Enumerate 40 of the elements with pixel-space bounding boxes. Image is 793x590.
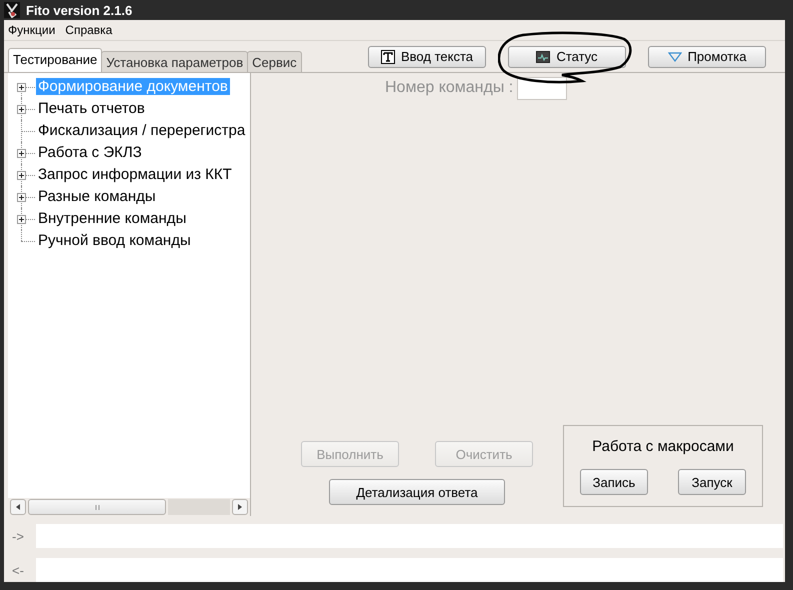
tab[interactable]: Тестирование (8, 48, 102, 72)
tree-item[interactable]: Запрос информации из ККТ (36, 166, 234, 184)
toolbar-button[interactable]: Статус (508, 46, 626, 68)
expand-icon[interactable] (17, 148, 26, 158)
triangle-down-icon (668, 52, 682, 62)
tree-item[interactable]: Разные команды (36, 188, 158, 206)
expand-icon[interactable] (17, 214, 26, 224)
tree-item[interactable]: Внутренние команды (36, 210, 188, 228)
tab[interactable]: Сервис (247, 50, 302, 72)
menu-item[interactable]: Функции (8, 22, 56, 37)
macros-title: Работа с макросами (592, 438, 734, 455)
app-logo-icon (4, 2, 20, 18)
text-icon (381, 50, 395, 64)
tree-item[interactable]: Печать отчетов (36, 100, 147, 118)
tree-item[interactable]: Фискализация / перерегистра (36, 122, 248, 140)
prompt-label: -> (12, 528, 25, 544)
scroll-right-button[interactable] (232, 499, 248, 515)
arrow-left-icon (16, 504, 20, 510)
toolbar-button[interactable]: Промотка (648, 46, 766, 68)
window-title: Fito version 2.1.6 (26, 2, 132, 18)
monitor-icon (536, 50, 550, 63)
detail-button[interactable]: Детализация ответа (329, 479, 505, 505)
expand-icon[interactable] (17, 170, 26, 180)
expand-icon[interactable] (17, 104, 26, 114)
menu-item[interactable]: Справка (65, 22, 112, 37)
expand-icon[interactable] (17, 82, 26, 92)
tab[interactable]: Установка параметров (101, 50, 248, 72)
prompt-label: <- (12, 562, 25, 578)
tree-item[interactable]: Работа с ЭКЛЗ (36, 144, 144, 162)
console-field[interactable] (36, 524, 783, 548)
macro-button[interactable]: Запуск (678, 469, 746, 495)
scroll-left-button[interactable] (10, 499, 26, 515)
arrow-right-icon (238, 504, 242, 510)
toolbar-button[interactable]: Ввод текста (368, 46, 486, 68)
console-field[interactable] (36, 558, 783, 582)
expand-icon[interactable] (17, 192, 26, 202)
scrollbar-thumb[interactable] (28, 499, 166, 515)
tree-item[interactable]: Ручной ввод команды (36, 232, 193, 250)
macro-button[interactable]: Запись (580, 469, 648, 495)
command-number-label: Номер команды : (385, 79, 514, 98)
